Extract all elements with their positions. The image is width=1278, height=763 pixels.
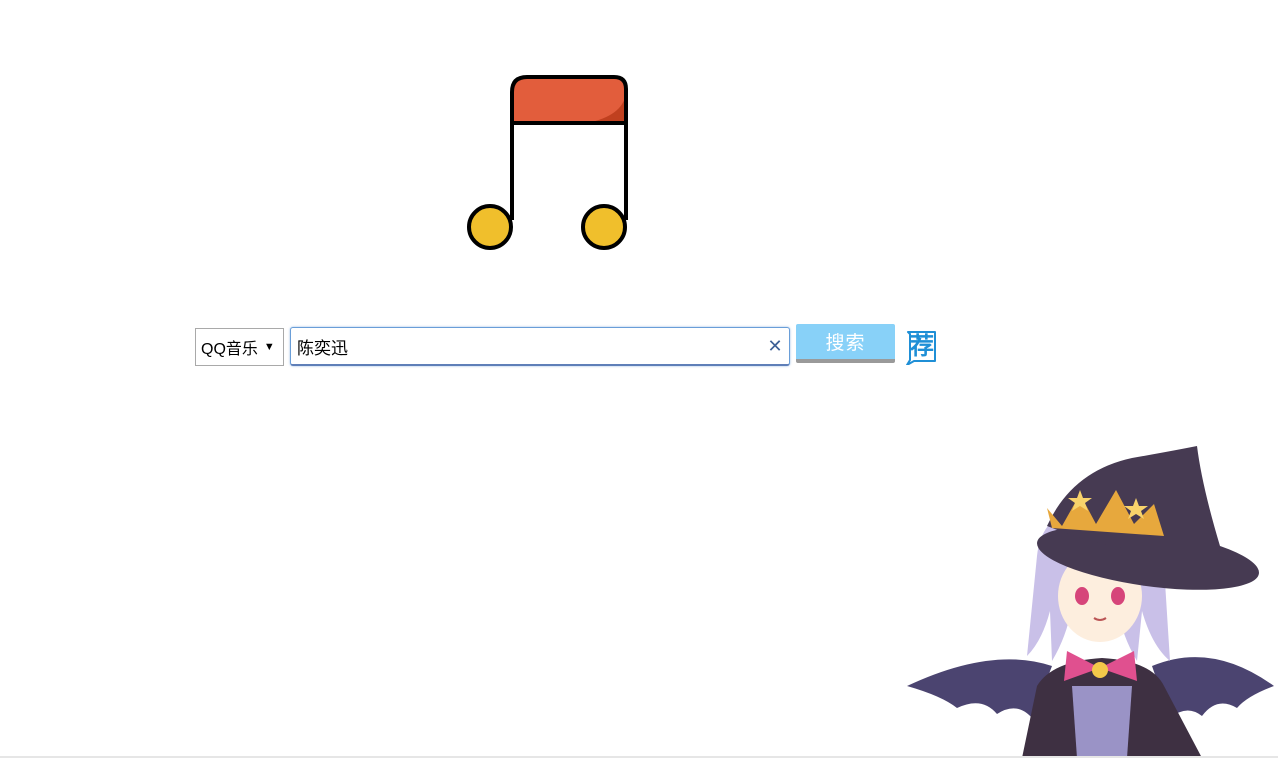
recommend-label: 荐 xyxy=(910,332,934,360)
dropdown-arrow-icon: ▼ xyxy=(263,341,275,353)
search-input[interactable] xyxy=(297,328,757,364)
recommend-button[interactable]: 荐 xyxy=(904,329,938,365)
source-selected-label: QQ音乐 xyxy=(201,341,258,358)
music-note-logo xyxy=(462,72,634,256)
music-source-select[interactable]: QQ音乐 ▼ xyxy=(195,328,284,366)
witch-girl-mascot xyxy=(902,446,1278,758)
clear-icon[interactable]: ✕ xyxy=(766,336,784,356)
search-input-container: ✕ xyxy=(290,327,790,366)
witch-mascot-icon xyxy=(907,446,1274,758)
music-note-icon xyxy=(467,75,628,250)
search-button[interactable]: 搜索 xyxy=(796,324,895,363)
